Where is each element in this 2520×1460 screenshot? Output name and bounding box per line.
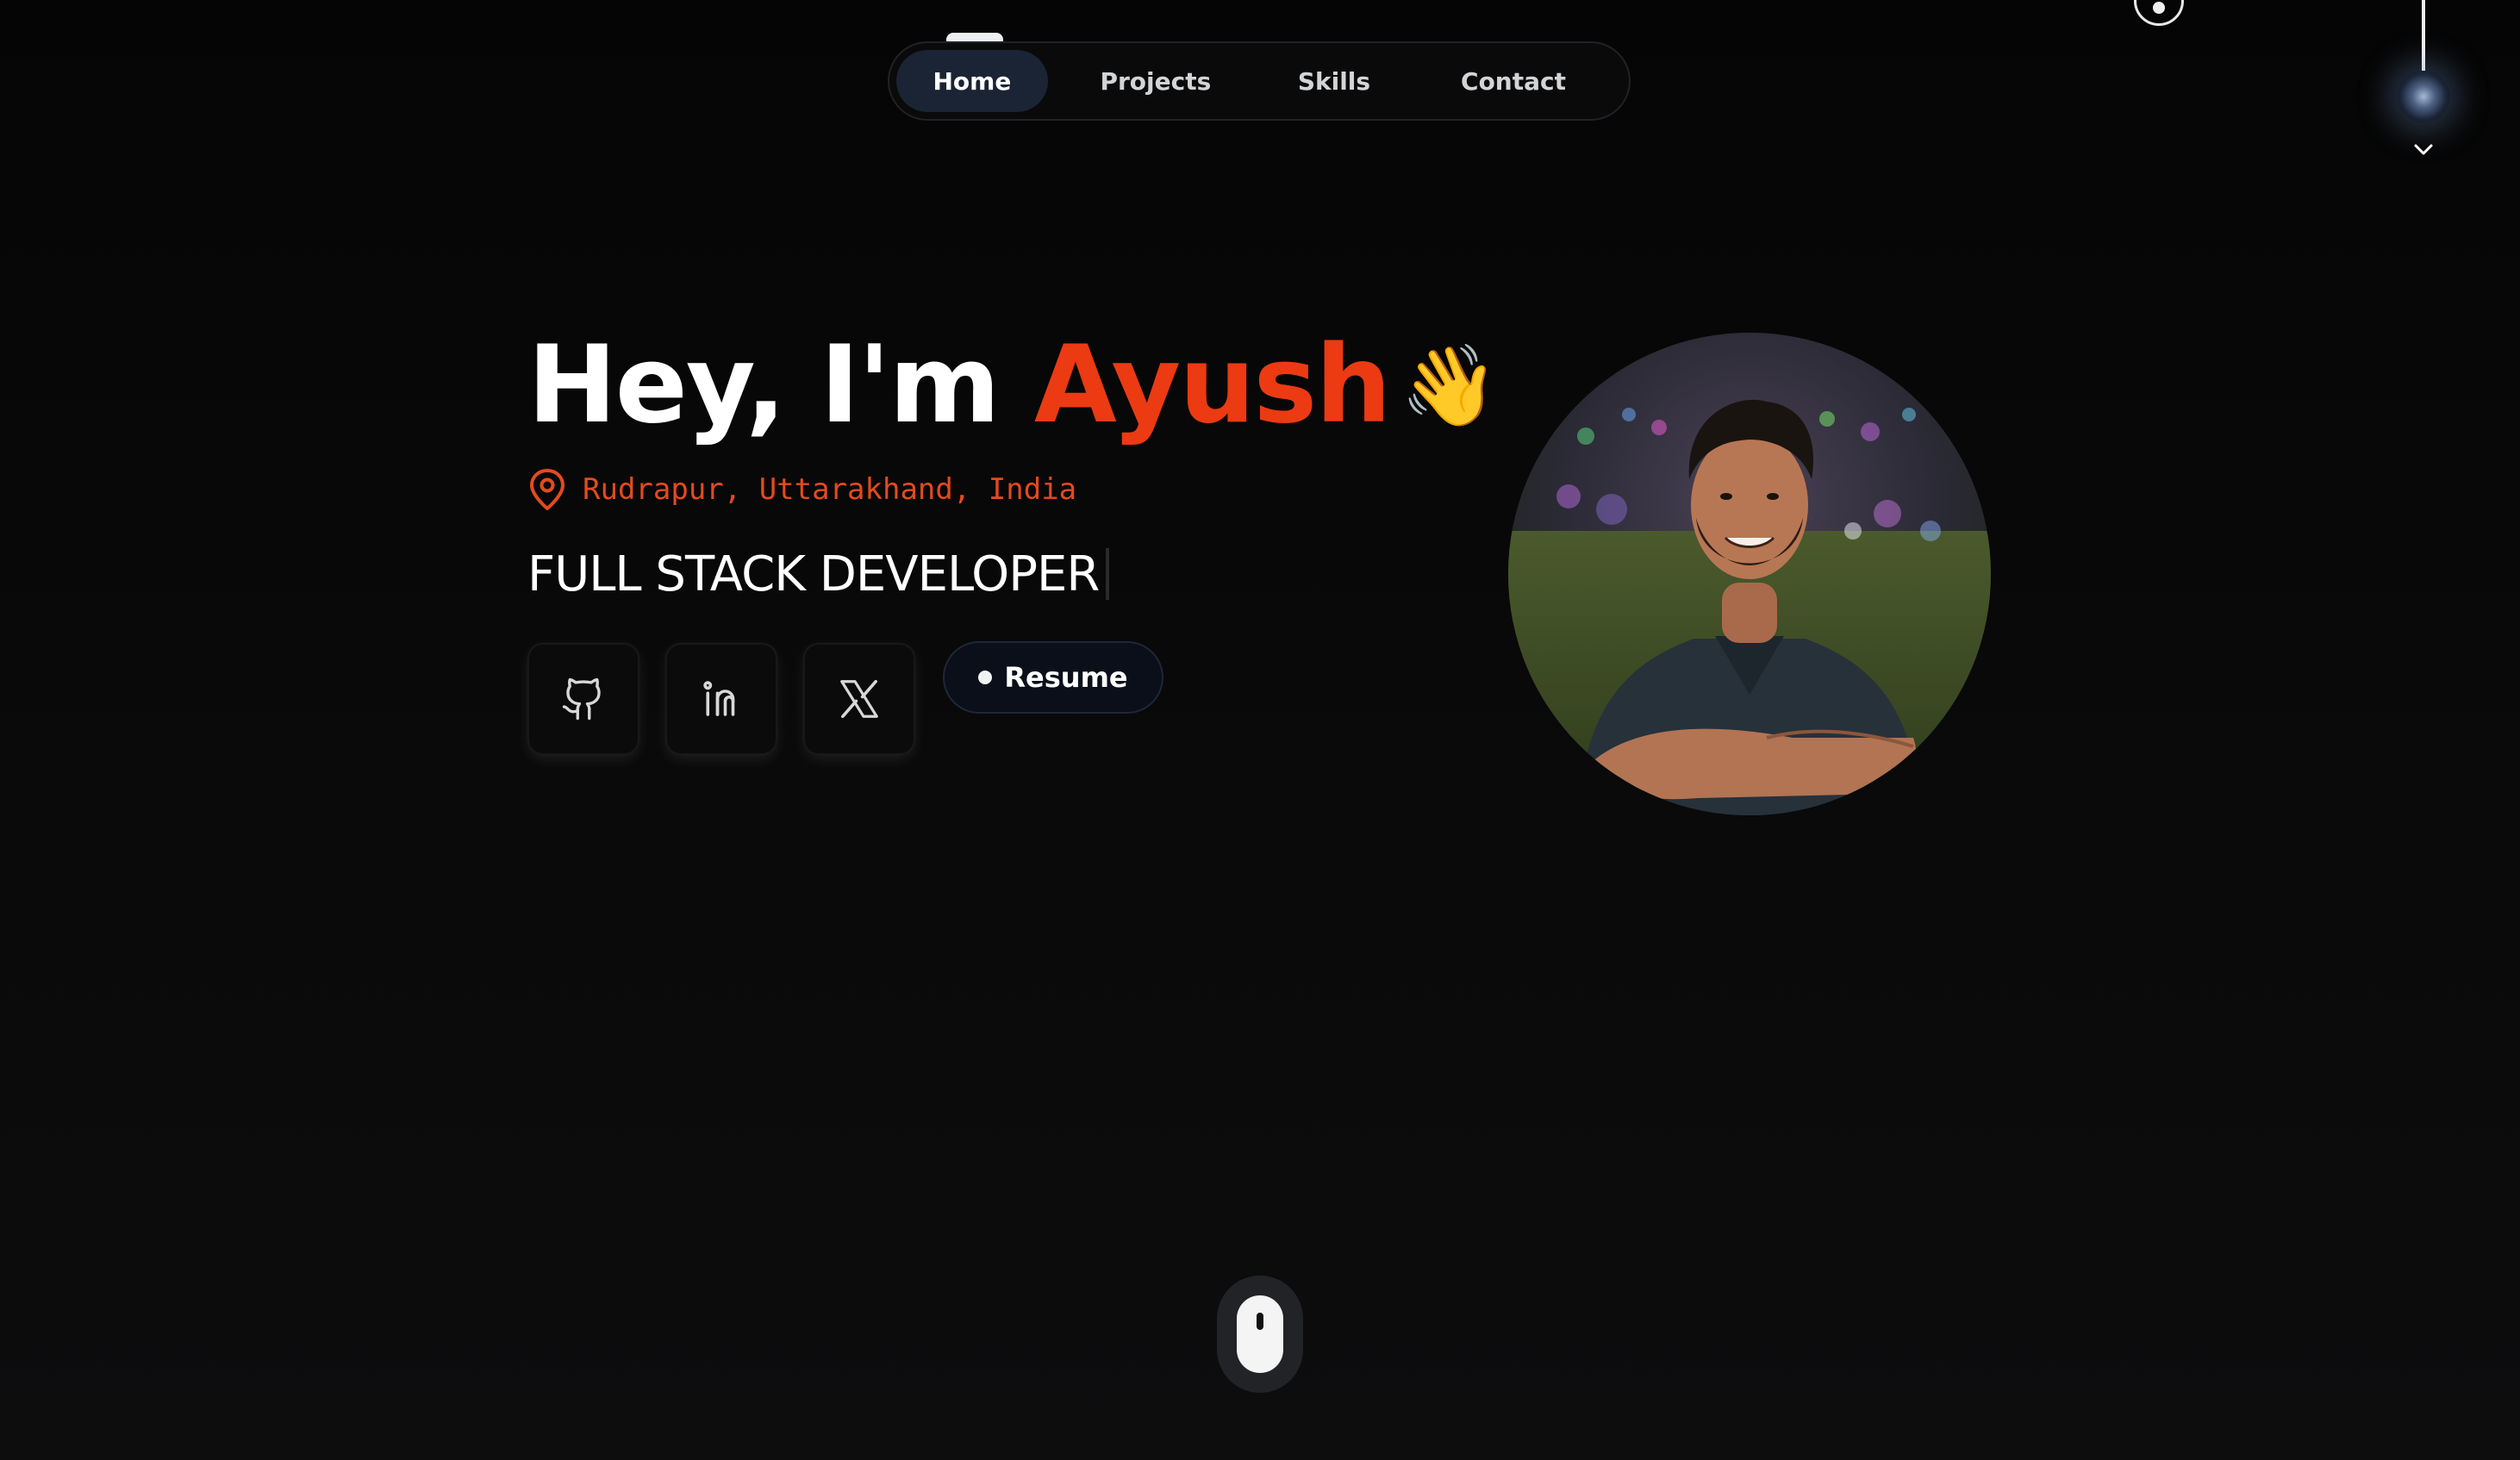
x-twitter-button[interactable] bbox=[803, 643, 915, 755]
hero-heading: Hey, I'm Ayush 👋 bbox=[527, 321, 1500, 451]
location-text: Rudrapur, Uttarakhand, India bbox=[583, 472, 1077, 507]
mouse-scroll-icon bbox=[1237, 1295, 1283, 1373]
waving-hand-icon: 👋 bbox=[1400, 340, 1500, 432]
navbar: Home Projects Skills Contact bbox=[888, 41, 1631, 121]
linkedin-button[interactable] bbox=[665, 643, 777, 755]
hero-greeting: Hey, I'm bbox=[527, 323, 1001, 447]
chevron-down-icon[interactable] bbox=[2410, 136, 2437, 164]
nav-item-contact[interactable]: Contact bbox=[1405, 50, 1622, 112]
hero-name: Ayush bbox=[1033, 323, 1392, 447]
linkedin-icon bbox=[703, 681, 735, 716]
map-pin-icon bbox=[530, 469, 565, 510]
role-title: FULL STACK DEVELOPER bbox=[527, 540, 1110, 608]
mouse-wheel bbox=[1257, 1313, 1263, 1330]
lamp-bulb-icon[interactable] bbox=[2398, 71, 2449, 122]
profile-avatar bbox=[1508, 333, 1991, 815]
role-text: FULL STACK DEVELOPER bbox=[527, 546, 1100, 602]
resume-button[interactable]: Resume bbox=[943, 641, 1163, 714]
github-button[interactable] bbox=[527, 643, 639, 755]
location: Rudrapur, Uttarakhand, India bbox=[527, 465, 1076, 514]
x-icon bbox=[840, 679, 878, 719]
portfolio-page: Home Projects Skills Contact Hey, I'm Ay… bbox=[0, 0, 2520, 1460]
nav-item-skills[interactable]: Skills bbox=[1263, 50, 1405, 112]
theme-ring-icon[interactable] bbox=[2134, 0, 2184, 26]
nav-item-projects[interactable]: Projects bbox=[1048, 50, 1263, 112]
resume-label: Resume bbox=[1004, 661, 1128, 694]
resume-dot-icon bbox=[978, 671, 993, 684]
nav-item-home[interactable]: Home bbox=[896, 50, 1048, 112]
profile-photo bbox=[1508, 333, 1991, 815]
typing-caret bbox=[1106, 548, 1110, 600]
github-icon bbox=[562, 677, 601, 721]
lamp-cord[interactable] bbox=[2422, 0, 2425, 72]
scroll-down-button[interactable] bbox=[1217, 1276, 1303, 1393]
